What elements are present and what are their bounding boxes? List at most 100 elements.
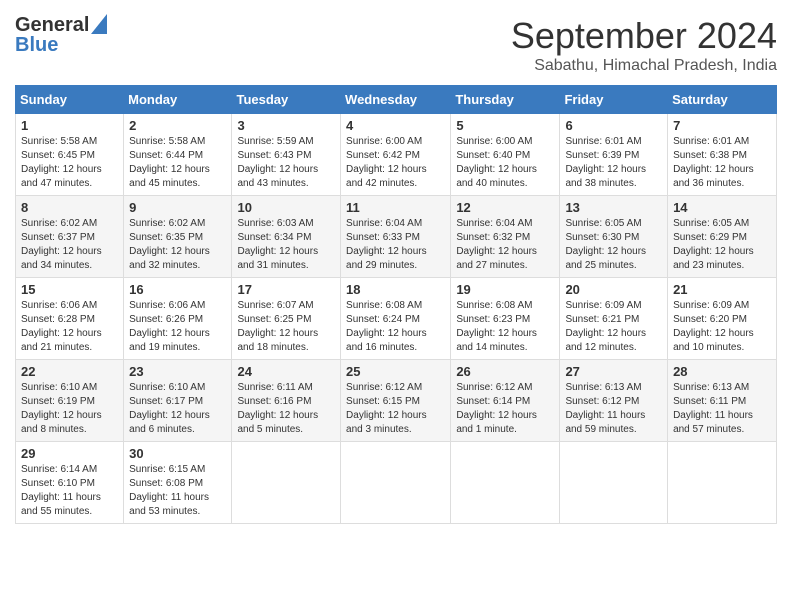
- day-number: 13: [565, 200, 662, 215]
- day-cell: 9 Sunrise: 6:02 AM Sunset: 6:35 PM Daylig…: [124, 196, 232, 278]
- day-cell: 8 Sunrise: 6:02 AM Sunset: 6:37 PM Daylig…: [16, 196, 124, 278]
- weekday-header-saturday: Saturday: [668, 86, 777, 114]
- day-info: Sunrise: 6:04 AM Sunset: 6:33 PM Dayligh…: [346, 217, 445, 273]
- day-info: Sunrise: 6:01 AM Sunset: 6:39 PM Dayligh…: [565, 135, 662, 191]
- day-number: 6: [565, 118, 662, 133]
- day-number: 8: [21, 200, 118, 215]
- week-row-3: 15 Sunrise: 6:06 AM Sunset: 6:28 PM Dayli…: [16, 278, 777, 360]
- header: General Blue September 2024 Sabathu, Him…: [15, 15, 777, 75]
- day-cell: 26Sunrise: 6:12 AM Sunset: 6:14 PM Dayli…: [451, 360, 560, 442]
- calendar-table: SundayMondayTuesdayWednesdayThursdayFrid…: [15, 85, 777, 524]
- weekday-header-friday: Friday: [560, 86, 668, 114]
- weekday-header-row: SundayMondayTuesdayWednesdayThursdayFrid…: [16, 86, 777, 114]
- day-info: Sunrise: 6:05 AM Sunset: 6:29 PM Dayligh…: [673, 217, 771, 273]
- day-number: 25: [346, 364, 445, 379]
- day-info: Sunrise: 6:01 AM Sunset: 6:38 PM Dayligh…: [673, 135, 771, 191]
- day-info: Sunrise: 6:06 AM Sunset: 6:26 PM Dayligh…: [129, 299, 226, 355]
- week-row-5: 29 Sunrise: 6:14 AM Sunset: 6:10 PM Dayli…: [16, 442, 777, 524]
- day-cell: 24 Sunrise: 6:11 AM Sunset: 6:16 PM Dayli…: [232, 360, 341, 442]
- day-number: 7: [673, 118, 771, 133]
- day-cell: 28 Sunrise: 6:13 AM Sunset: 6:11 PM Dayli…: [668, 360, 777, 442]
- day-info: Sunrise: 6:14 AM Sunset: 6:10 PM Dayligh…: [21, 463, 118, 519]
- day-info: Sunrise: 5:58 AM Sunset: 6:45 PM Dayligh…: [21, 135, 118, 191]
- weekday-header-sunday: Sunday: [16, 86, 124, 114]
- month-title: September 2024: [511, 15, 777, 57]
- day-number: 16: [129, 282, 226, 297]
- day-cell: [232, 442, 341, 524]
- day-info: Sunrise: 6:06 AM Sunset: 6:28 PM Dayligh…: [21, 299, 118, 355]
- day-info: Sunrise: 6:09 AM Sunset: 6:20 PM Dayligh…: [673, 299, 771, 355]
- day-cell: 1 Sunrise: 5:58 AM Sunset: 6:45 PM Daylig…: [16, 114, 124, 196]
- weekday-header-thursday: Thursday: [451, 86, 560, 114]
- weekday-header-wednesday: Wednesday: [341, 86, 451, 114]
- day-cell: 22 Sunrise: 6:10 AM Sunset: 6:19 PM Dayli…: [16, 360, 124, 442]
- day-cell: 5 Sunrise: 6:00 AM Sunset: 6:40 PM Daylig…: [451, 114, 560, 196]
- day-cell: 2 Sunrise: 5:58 AM Sunset: 6:44 PM Daylig…: [124, 114, 232, 196]
- day-cell: 4 Sunrise: 6:00 AM Sunset: 6:42 PM Daylig…: [341, 114, 451, 196]
- logo-general: General: [15, 15, 89, 35]
- day-cell: 12 Sunrise: 6:04 AM Sunset: 6:32 PM Dayli…: [451, 196, 560, 278]
- day-number: 9: [129, 200, 226, 215]
- day-cell: 27Sunrise: 6:13 AM Sunset: 6:12 PM Dayli…: [560, 360, 668, 442]
- day-number: 3: [237, 118, 335, 133]
- week-row-1: 1 Sunrise: 5:58 AM Sunset: 6:45 PM Daylig…: [16, 114, 777, 196]
- day-number: 2: [129, 118, 226, 133]
- day-number: 18: [346, 282, 445, 297]
- day-number: 30: [129, 446, 226, 461]
- day-info: Sunrise: 6:15 AM Sunset: 6:08 PM Dayligh…: [129, 463, 226, 519]
- day-info: Sunrise: 6:05 AM Sunset: 6:30 PM Dayligh…: [565, 217, 662, 273]
- day-info: Sunrise: 6:00 AM Sunset: 6:40 PM Dayligh…: [456, 135, 554, 191]
- day-number: 29: [21, 446, 118, 461]
- week-row-2: 8 Sunrise: 6:02 AM Sunset: 6:37 PM Daylig…: [16, 196, 777, 278]
- day-info: Sunrise: 6:04 AM Sunset: 6:32 PM Dayligh…: [456, 217, 554, 273]
- day-number: 28: [673, 364, 771, 379]
- day-info: Sunrise: 6:03 AM Sunset: 6:34 PM Dayligh…: [237, 217, 335, 273]
- day-cell: 11 Sunrise: 6:04 AM Sunset: 6:33 PM Dayli…: [341, 196, 451, 278]
- day-cell: 18 Sunrise: 6:08 AM Sunset: 6:24 PM Dayli…: [341, 278, 451, 360]
- day-number: 5: [456, 118, 554, 133]
- day-info: Sunrise: 6:09 AM Sunset: 6:21 PM Dayligh…: [565, 299, 662, 355]
- day-info: Sunrise: 6:10 AM Sunset: 6:19 PM Dayligh…: [21, 381, 118, 437]
- day-cell: 25 Sunrise: 6:12 AM Sunset: 6:15 PM Dayli…: [341, 360, 451, 442]
- day-cell: 10 Sunrise: 6:03 AM Sunset: 6:34 PM Dayli…: [232, 196, 341, 278]
- day-info: Sunrise: 6:12 AM Sunset: 6:15 PM Dayligh…: [346, 381, 445, 437]
- day-cell: 13 Sunrise: 6:05 AM Sunset: 6:30 PM Dayli…: [560, 196, 668, 278]
- day-cell: 7 Sunrise: 6:01 AM Sunset: 6:38 PM Daylig…: [668, 114, 777, 196]
- day-info: Sunrise: 6:10 AM Sunset: 6:17 PM Dayligh…: [129, 381, 226, 437]
- day-number: 11: [346, 200, 445, 215]
- location-subtitle: Sabathu, Himachal Pradesh, India: [511, 57, 777, 75]
- day-info: Sunrise: 6:08 AM Sunset: 6:24 PM Dayligh…: [346, 299, 445, 355]
- day-number: 1: [21, 118, 118, 133]
- day-number: 12: [456, 200, 554, 215]
- day-number: 22: [21, 364, 118, 379]
- day-number: 10: [237, 200, 335, 215]
- day-info: Sunrise: 6:11 AM Sunset: 6:16 PM Dayligh…: [237, 381, 335, 437]
- day-info: Sunrise: 6:02 AM Sunset: 6:35 PM Dayligh…: [129, 217, 226, 273]
- day-cell: [668, 442, 777, 524]
- day-number: 24: [237, 364, 335, 379]
- title-area: September 2024 Sabathu, Himachal Pradesh…: [511, 15, 777, 75]
- day-cell: 23 Sunrise: 6:10 AM Sunset: 6:17 PM Dayli…: [124, 360, 232, 442]
- day-info: Sunrise: 5:59 AM Sunset: 6:43 PM Dayligh…: [237, 135, 335, 191]
- week-row-4: 22 Sunrise: 6:10 AM Sunset: 6:19 PM Dayli…: [16, 360, 777, 442]
- day-cell: 29 Sunrise: 6:14 AM Sunset: 6:10 PM Dayli…: [16, 442, 124, 524]
- day-info: Sunrise: 6:08 AM Sunset: 6:23 PM Dayligh…: [456, 299, 554, 355]
- day-info: Sunrise: 6:07 AM Sunset: 6:25 PM Dayligh…: [237, 299, 335, 355]
- day-number: 14: [673, 200, 771, 215]
- day-cell: 15 Sunrise: 6:06 AM Sunset: 6:28 PM Dayli…: [16, 278, 124, 360]
- logo-triangle-icon: [91, 14, 107, 34]
- day-number: 15: [21, 282, 118, 297]
- logo-blue: Blue: [15, 35, 58, 55]
- day-number: 4: [346, 118, 445, 133]
- day-cell: 20Sunrise: 6:09 AM Sunset: 6:21 PM Dayli…: [560, 278, 668, 360]
- logo: General Blue: [15, 15, 107, 55]
- day-number: 23: [129, 364, 226, 379]
- day-info: Sunrise: 6:13 AM Sunset: 6:12 PM Dayligh…: [565, 381, 662, 437]
- day-info: Sunrise: 6:13 AM Sunset: 6:11 PM Dayligh…: [673, 381, 771, 437]
- day-cell: [560, 442, 668, 524]
- day-info: Sunrise: 6:02 AM Sunset: 6:37 PM Dayligh…: [21, 217, 118, 273]
- day-info: Sunrise: 5:58 AM Sunset: 6:44 PM Dayligh…: [129, 135, 226, 191]
- day-info: Sunrise: 6:00 AM Sunset: 6:42 PM Dayligh…: [346, 135, 445, 191]
- day-number: 19: [456, 282, 554, 297]
- day-number: 17: [237, 282, 335, 297]
